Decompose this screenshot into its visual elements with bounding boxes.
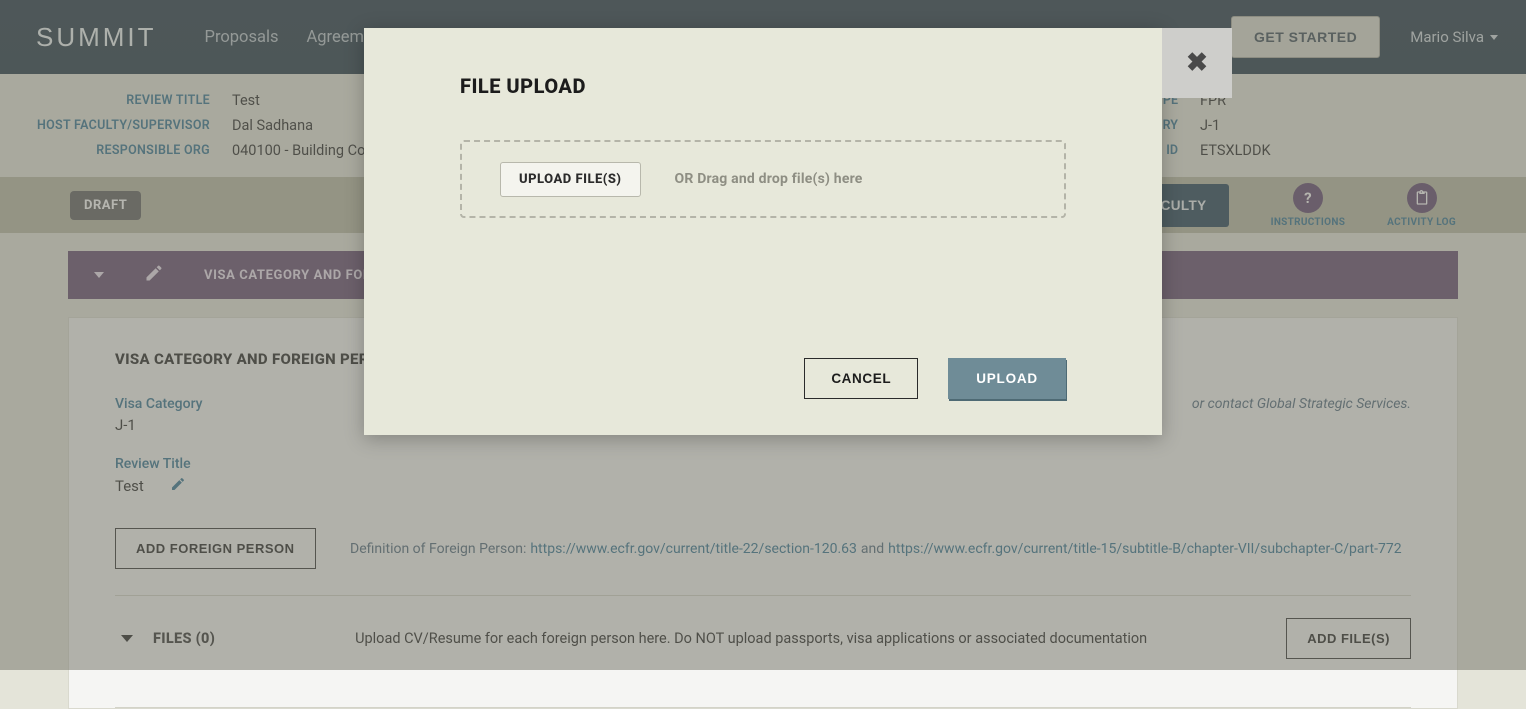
modal-title: FILE UPLOAD [460,74,1066,98]
close-button[interactable]: ✖ [1162,28,1232,98]
upload-files-chip[interactable]: UPLOAD FILE(S) [500,162,641,197]
divider [115,707,1411,708]
cancel-button[interactable]: CANCEL [804,358,918,399]
upload-button[interactable]: UPLOAD [948,358,1066,399]
dropzone[interactable]: UPLOAD FILE(S) OR Drag and drop file(s) … [460,140,1066,218]
drop-instruction: OR Drag and drop file(s) here [675,171,863,187]
file-upload-modal: ✖ FILE UPLOAD UPLOAD FILE(S) OR Drag and… [364,28,1162,435]
close-icon: ✖ [1186,48,1208,78]
modal-overlay: ✖ FILE UPLOAD UPLOAD FILE(S) OR Drag and… [0,0,1526,670]
